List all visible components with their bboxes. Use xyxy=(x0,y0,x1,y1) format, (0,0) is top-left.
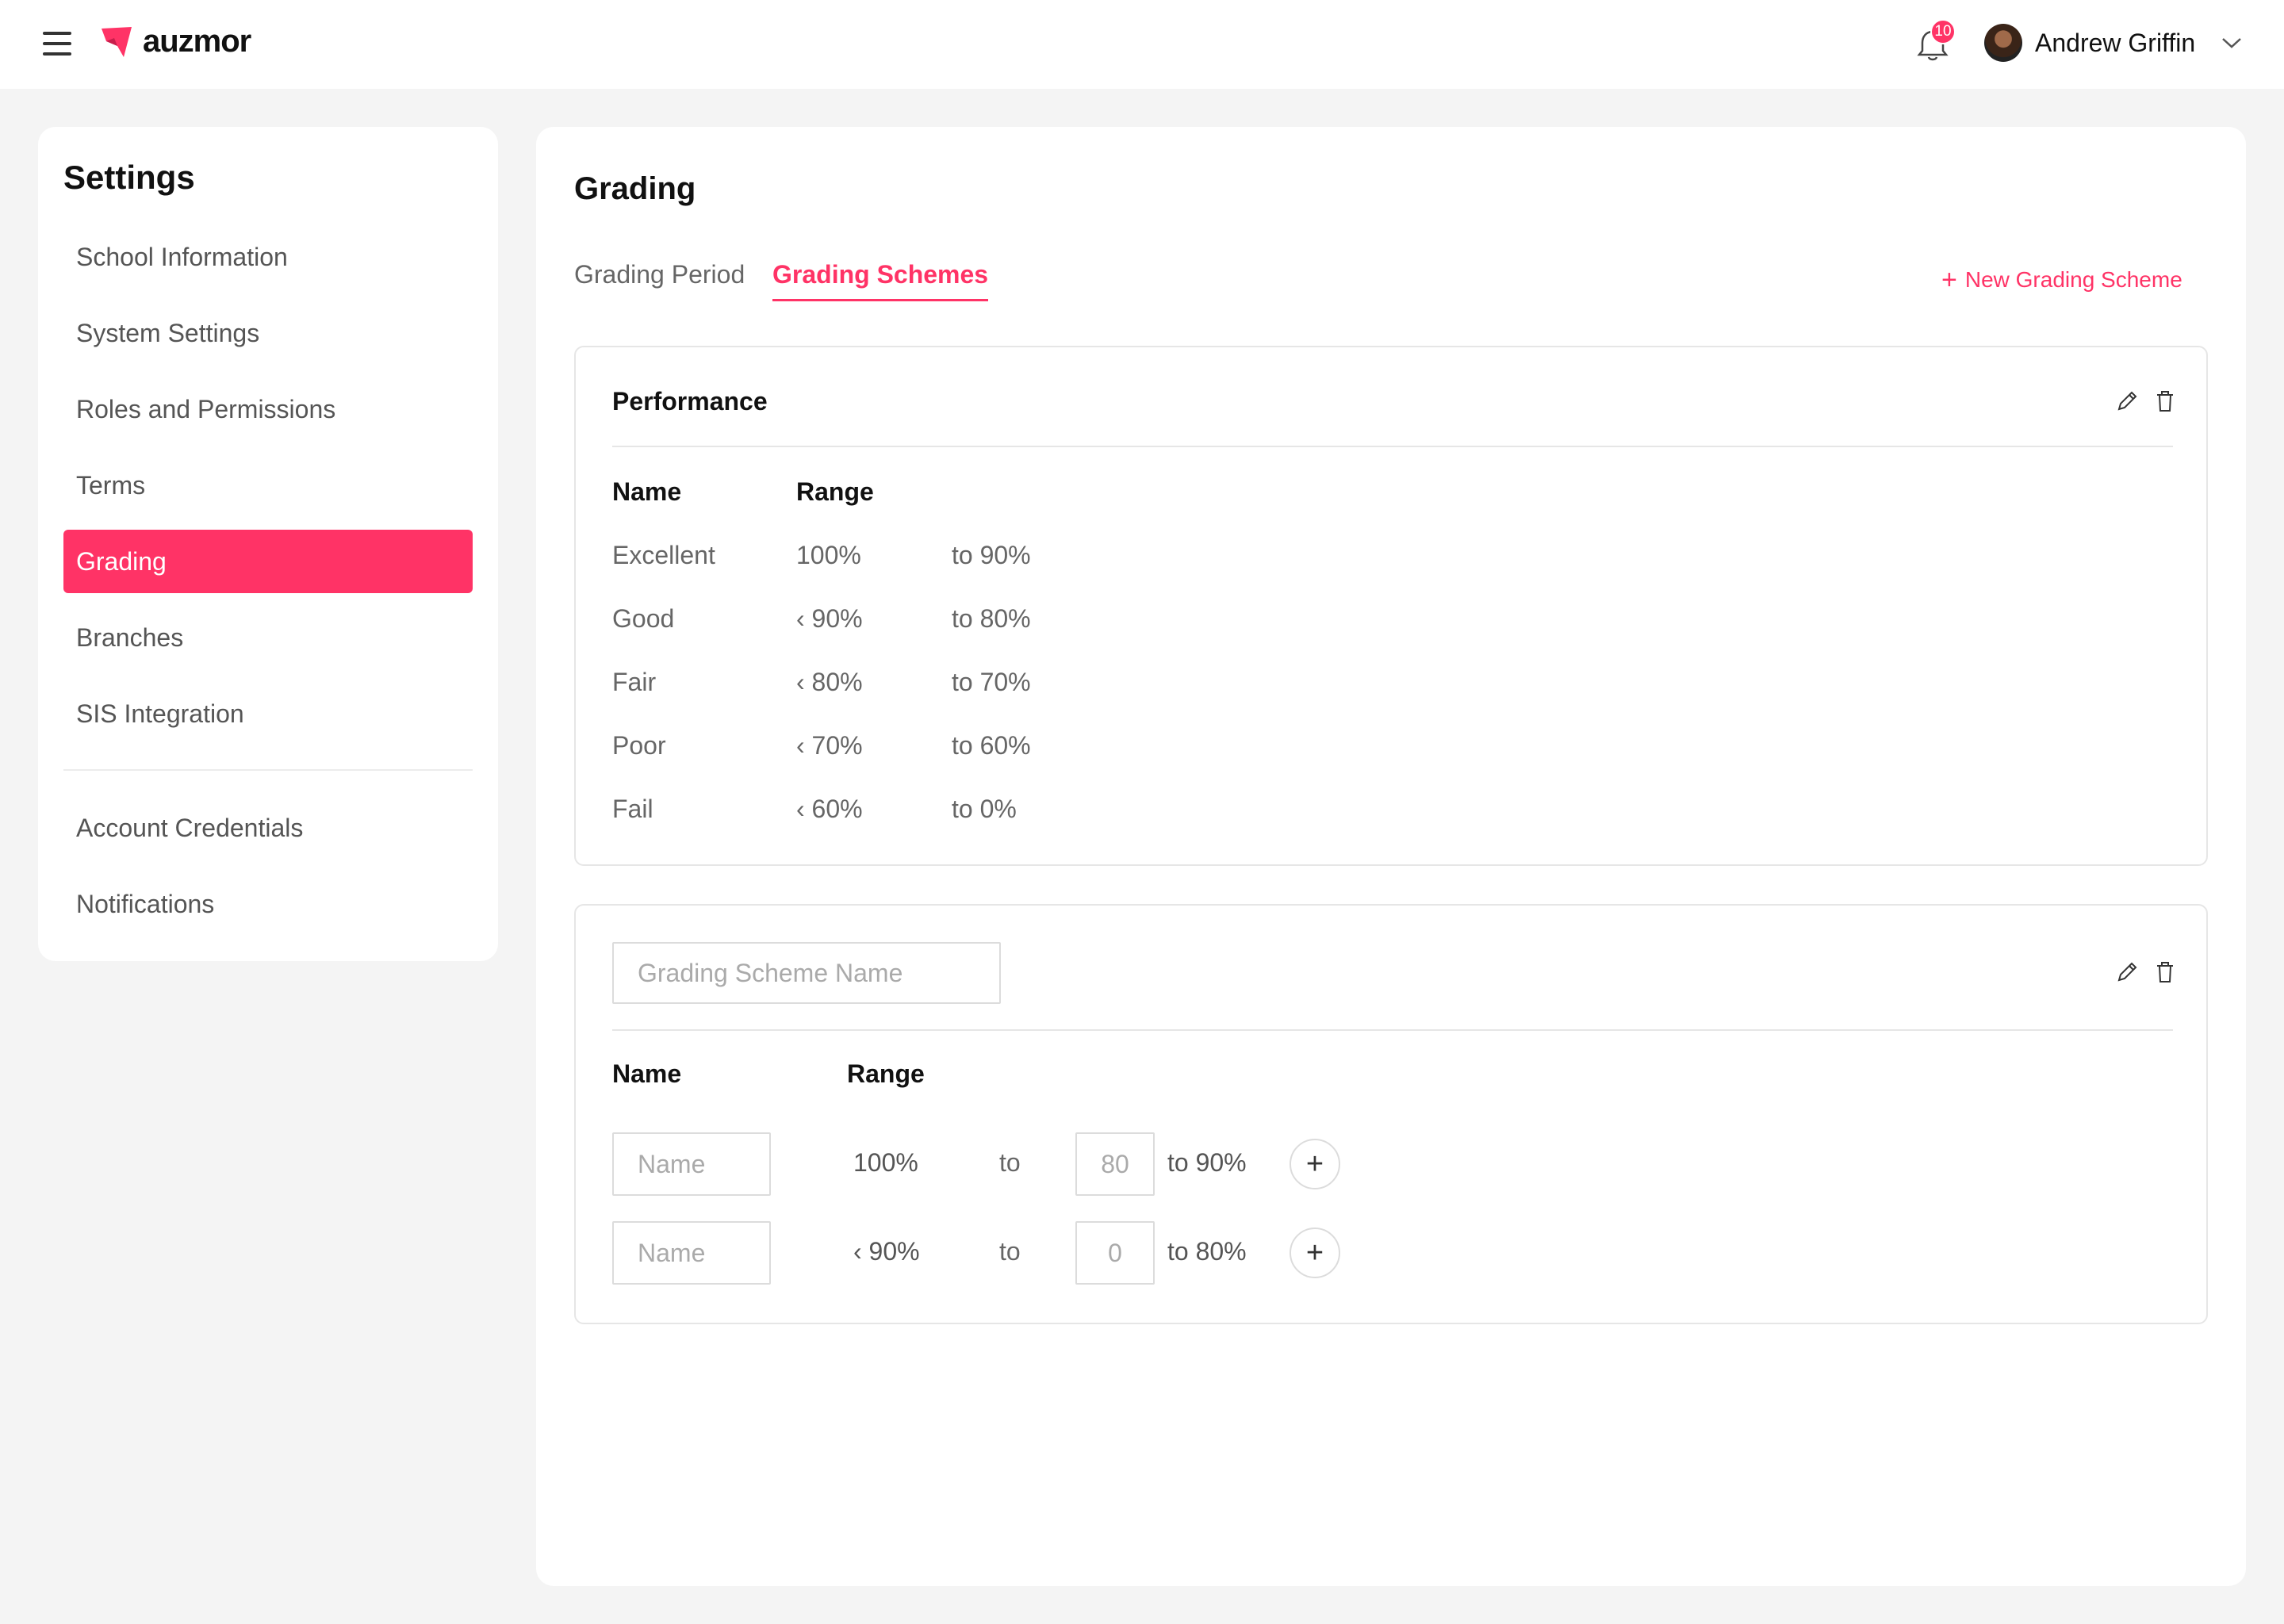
grading-scheme-name-input[interactable] xyxy=(612,942,1001,1004)
grade-range-to: to 90% xyxy=(1167,1148,1247,1177)
add-row-button[interactable]: + xyxy=(1290,1139,1340,1189)
column-header-range: Range xyxy=(847,1059,925,1088)
grade-range-from: ‹ 90% xyxy=(853,1237,920,1266)
tab-grading-period[interactable]: Grading Period xyxy=(574,260,745,299)
card-divider xyxy=(612,1029,2173,1031)
notification-badge: 10 xyxy=(1930,19,1956,44)
grading-scheme-card-performance: Performance Name Range Excellent 100% to… xyxy=(574,346,2208,866)
logo[interactable]: auzmor xyxy=(100,22,251,60)
new-grading-scheme-button[interactable]: + New Grading Scheme xyxy=(1941,265,2182,296)
edit-icon[interactable] xyxy=(2114,389,2140,414)
sidebar-title: Settings xyxy=(63,159,195,196)
add-row-button[interactable]: + xyxy=(1290,1228,1340,1278)
scheme-title: Performance xyxy=(612,387,768,416)
column-header-name: Name xyxy=(612,1059,682,1088)
grade-range-from: 100% xyxy=(796,541,861,569)
settings-sidebar: Settings School Information System Setti… xyxy=(38,127,498,961)
grade-range-to: to 0% xyxy=(952,795,1017,823)
grade-name: Excellent xyxy=(612,541,715,569)
edit-icon[interactable] xyxy=(2114,959,2140,985)
grade-range-from: ‹ 90% xyxy=(796,604,863,633)
trash-icon[interactable] xyxy=(2152,389,2178,414)
grade-range-from: ‹ 70% xyxy=(796,731,863,760)
avatar[interactable] xyxy=(1984,24,2022,62)
sidebar-item-terms[interactable]: Terms xyxy=(63,454,473,517)
grading-scheme-card-new: Name Range 100% to to 90% + ‹ 90% to to … xyxy=(574,904,2208,1324)
grade-range-to: to 60% xyxy=(952,731,1031,760)
grade-range-from: ‹ 60% xyxy=(796,795,863,823)
column-header-range: Range xyxy=(796,477,874,506)
sidebar-item-notifications[interactable]: Notifications xyxy=(63,872,473,936)
grade-name-input[interactable] xyxy=(612,1221,771,1285)
range-to-input[interactable] xyxy=(1075,1132,1155,1196)
grade-range-from: 100% xyxy=(853,1148,918,1177)
sidebar-item-account-credentials[interactable]: Account Credentials xyxy=(63,796,473,860)
column-header-name: Name xyxy=(612,477,682,506)
logo-mark-icon xyxy=(102,27,132,57)
sidebar-item-branches[interactable]: Branches xyxy=(63,606,473,669)
sidebar-item-roles-and-permissions[interactable]: Roles and Permissions xyxy=(63,377,473,441)
grade-range-to: to 80% xyxy=(1167,1237,1247,1266)
plus-icon: + xyxy=(1941,265,1957,295)
sidebar-item-grading[interactable]: Grading xyxy=(63,530,473,593)
sidebar-item-school-information[interactable]: School Information xyxy=(63,225,473,289)
logo-text: auzmor xyxy=(143,23,251,59)
main-panel: Grading Grading Period Grading Schemes +… xyxy=(536,127,2246,1586)
to-label: to xyxy=(999,1148,1021,1177)
tab-grading-schemes[interactable]: Grading Schemes xyxy=(772,260,989,301)
user-name[interactable]: Andrew Griffin xyxy=(2035,29,2195,58)
card-divider xyxy=(612,446,2173,447)
new-grading-scheme-label: New Grading Scheme xyxy=(1964,267,2182,292)
top-bar: auzmor 10 Andrew Griffin xyxy=(0,0,2284,89)
sidebar-item-system-settings[interactable]: System Settings xyxy=(63,301,473,365)
trash-icon[interactable] xyxy=(2152,959,2178,985)
sidebar-item-sis-integration[interactable]: SIS Integration xyxy=(63,682,473,745)
grade-name: Good xyxy=(612,604,675,633)
grade-range-to: to 90% xyxy=(952,541,1031,569)
grade-name-input[interactable] xyxy=(612,1132,771,1196)
grade-range-to: to 70% xyxy=(952,668,1031,696)
menu-icon[interactable] xyxy=(43,32,71,56)
chevron-down-icon[interactable] xyxy=(2221,35,2243,51)
grade-range-to: to 80% xyxy=(952,604,1031,633)
grade-name: Fail xyxy=(612,795,653,823)
range-to-input[interactable] xyxy=(1075,1221,1155,1285)
grade-name: Fair xyxy=(612,668,657,696)
grade-name: Poor xyxy=(612,731,666,760)
grade-range-from: ‹ 80% xyxy=(796,668,863,696)
page-title: Grading xyxy=(574,171,696,206)
sidebar-divider xyxy=(63,769,473,771)
to-label: to xyxy=(999,1237,1021,1266)
